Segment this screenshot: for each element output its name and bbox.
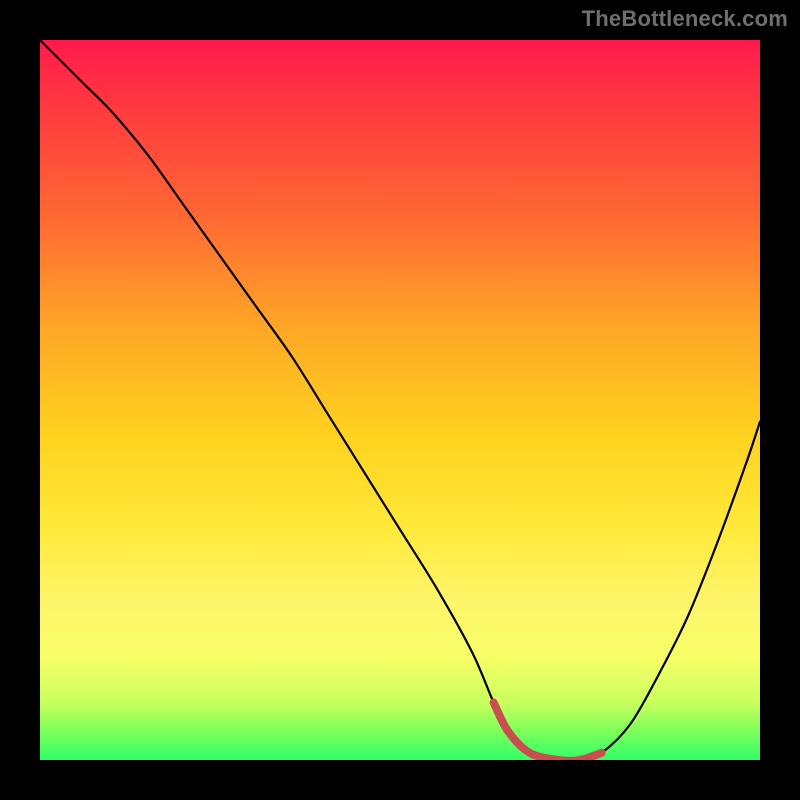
chart-frame: TheBottleneck.com bbox=[0, 0, 800, 800]
plot-area bbox=[40, 40, 760, 760]
bottleneck-curve bbox=[40, 40, 760, 760]
curve-path bbox=[40, 40, 760, 760]
optimal-segment bbox=[494, 702, 602, 760]
watermark-text: TheBottleneck.com bbox=[582, 6, 788, 32]
